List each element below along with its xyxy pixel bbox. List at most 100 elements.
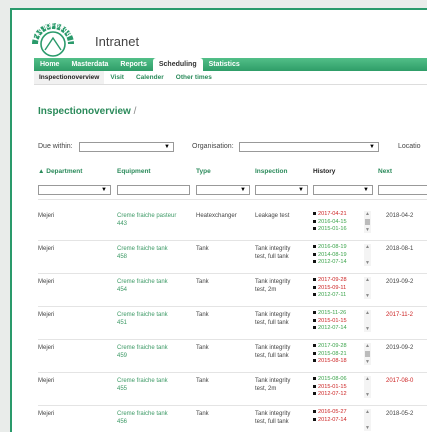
- cell-equipment-link[interactable]: Creme fraiche pasteur: [117, 212, 176, 220]
- subnav-visit[interactable]: Visit: [104, 74, 130, 81]
- history-entry[interactable]: 2016-05-27: [313, 409, 347, 417]
- scroll-down-icon[interactable]: ▼: [365, 293, 370, 299]
- history-date: 2014-08-19: [318, 251, 347, 258]
- cell-next-date: 2017-08-0: [386, 378, 414, 384]
- nav-home[interactable]: Home: [34, 58, 65, 71]
- history-entry[interactable]: 2017-04-21: [313, 211, 347, 219]
- nav-reports[interactable]: Reports: [114, 58, 152, 71]
- cell-equipment-link[interactable]: Creme fraiche tank: [117, 278, 168, 286]
- cell-equipment-number[interactable]: 459: [117, 352, 127, 360]
- cell-type: Heatexchanger: [196, 213, 237, 219]
- history-date: 2012-07-14: [318, 259, 347, 265]
- nav-statistics[interactable]: Statistics: [203, 58, 246, 71]
- scroll-down-icon[interactable]: ▼: [365, 326, 370, 332]
- cell-equipment-link[interactable]: Creme fraiche tank: [117, 410, 168, 418]
- cell-next-date: 2018-08-1: [386, 246, 414, 252]
- equipment-filter[interactable]: [117, 185, 190, 195]
- history-entry[interactable]: 2012-07-14: [313, 259, 347, 267]
- scroll-thumb[interactable]: [365, 219, 370, 225]
- scroll-down-icon[interactable]: ▼: [365, 227, 370, 233]
- history-entry[interactable]: 2012-07-14: [313, 325, 347, 333]
- next-filter[interactable]: [378, 185, 427, 195]
- cell-equipment-number[interactable]: 451: [117, 319, 127, 327]
- history-scrollbar[interactable]: ▲ ▼: [364, 409, 371, 431]
- history-entry[interactable]: 2015-01-16: [313, 226, 347, 234]
- history-entry[interactable]: 2015-01-15: [313, 318, 347, 326]
- scroll-thumb[interactable]: [365, 351, 370, 357]
- cell-equipment-link[interactable]: Creme fraiche tank: [117, 311, 168, 319]
- scroll-up-icon[interactable]: ▲: [365, 277, 370, 283]
- scroll-down-icon[interactable]: ▼: [365, 392, 370, 398]
- history-filter[interactable]: ▼: [313, 185, 373, 195]
- cell-equipment-link[interactable]: Creme fraiche tank: [117, 245, 168, 253]
- scroll-up-icon[interactable]: ▲: [365, 211, 370, 217]
- history-entry[interactable]: 2015-01-15: [313, 384, 347, 392]
- history-entry[interactable]: 2012-07-11: [313, 292, 347, 300]
- history-date: 2015-08-21: [318, 350, 347, 357]
- cell-inspection-line2: test, 2m: [255, 386, 277, 392]
- bullet-icon: [313, 351, 316, 355]
- nav-scheduling[interactable]: Scheduling: [152, 58, 203, 71]
- header-department[interactable]: ▲ Department: [38, 168, 82, 175]
- page-title: Inspectionoverview /: [38, 106, 136, 117]
- inspection-filter[interactable]: ▼: [255, 185, 308, 195]
- history-scrollbar[interactable]: ▲ ▼: [364, 376, 371, 398]
- cell-equipment-link[interactable]: Creme fraiche tank: [117, 377, 168, 385]
- cell-equipment-number[interactable]: 455: [117, 385, 127, 393]
- subnav-inspectionoverview[interactable]: Inspectionoverview: [34, 71, 105, 84]
- scroll-up-icon[interactable]: ▲: [365, 310, 370, 316]
- chevron-down-icon: ▼: [369, 144, 375, 150]
- scroll-down-icon[interactable]: ▼: [365, 260, 370, 266]
- history-entry[interactable]: 2015-11-26: [313, 310, 347, 318]
- history-date: 2017-09-28: [318, 343, 347, 349]
- history-scrollbar[interactable]: ▲ ▼: [364, 310, 371, 332]
- cell-inspection-line2: test, full tank: [255, 419, 289, 425]
- scroll-up-icon[interactable]: ▲: [365, 409, 370, 415]
- history-date: 2016-08-19: [318, 244, 347, 250]
- header-history[interactable]: History: [313, 168, 335, 175]
- subnav-calender[interactable]: Calender: [130, 74, 170, 81]
- organisation-select[interactable]: ▼: [239, 142, 379, 152]
- bullet-icon: [313, 212, 316, 216]
- history-entry[interactable]: 2015-09-11: [313, 285, 347, 293]
- nav-masterdata[interactable]: Masterdata: [65, 58, 114, 71]
- scroll-down-icon[interactable]: ▼: [365, 425, 370, 431]
- chevron-down-icon: ▼: [101, 187, 107, 193]
- scroll-up-icon[interactable]: ▲: [365, 343, 370, 349]
- cell-history-list: 2015-11-26 2015-01-15 2012-07-14: [313, 310, 347, 333]
- history-scrollbar[interactable]: ▲ ▼: [364, 343, 371, 365]
- history-entry[interactable]: 2015-08-21: [313, 351, 347, 359]
- history-entry[interactable]: 2015-08-06: [313, 376, 347, 384]
- history-entry[interactable]: 2012-07-12: [313, 391, 347, 399]
- scroll-up-icon[interactable]: ▲: [365, 244, 370, 250]
- header-inspection[interactable]: Inspection: [255, 168, 288, 175]
- cell-equipment-number[interactable]: 454: [117, 286, 127, 294]
- subnav-other-times[interactable]: Other times: [170, 74, 218, 81]
- cell-equipment-number[interactable]: 456: [117, 418, 127, 426]
- header-equipment[interactable]: Equipment: [117, 168, 151, 175]
- history-scrollbar[interactable]: ▲ ▼: [364, 244, 371, 266]
- history-entry[interactable]: 2016-08-19: [313, 244, 347, 252]
- due-within-select[interactable]: ▼: [79, 142, 174, 152]
- history-entry[interactable]: 2012-07-14: [313, 417, 347, 425]
- type-filter[interactable]: ▼: [196, 185, 250, 195]
- cell-equipment-link[interactable]: Creme fraiche tank: [117, 344, 168, 352]
- cell-inspection-line2: test, 2m: [255, 287, 277, 293]
- history-entry[interactable]: 2015-08-18: [313, 358, 347, 366]
- cell-equipment-number[interactable]: 443: [117, 220, 127, 228]
- bullet-icon: [313, 293, 316, 297]
- page-title-text: Inspectionoverview: [38, 106, 131, 117]
- history-entry[interactable]: 2017-09-28: [313, 343, 347, 351]
- history-entry[interactable]: 2017-09-28: [313, 277, 347, 285]
- history-scrollbar[interactable]: ▲ ▼: [364, 211, 371, 233]
- scroll-down-icon[interactable]: ▼: [365, 359, 370, 365]
- history-scrollbar[interactable]: ▲ ▼: [364, 277, 371, 299]
- department-filter[interactable]: ▼: [38, 185, 111, 195]
- scroll-up-icon[interactable]: ▲: [365, 376, 370, 382]
- cell-equipment-number[interactable]: 458: [117, 253, 127, 261]
- header-type[interactable]: Type: [196, 168, 211, 175]
- history-entry[interactable]: 2016-04-15: [313, 219, 347, 227]
- header-next[interactable]: Next: [378, 168, 392, 175]
- history-entry[interactable]: 2014-08-19: [313, 252, 347, 260]
- sort-asc-icon: ▲: [38, 168, 45, 175]
